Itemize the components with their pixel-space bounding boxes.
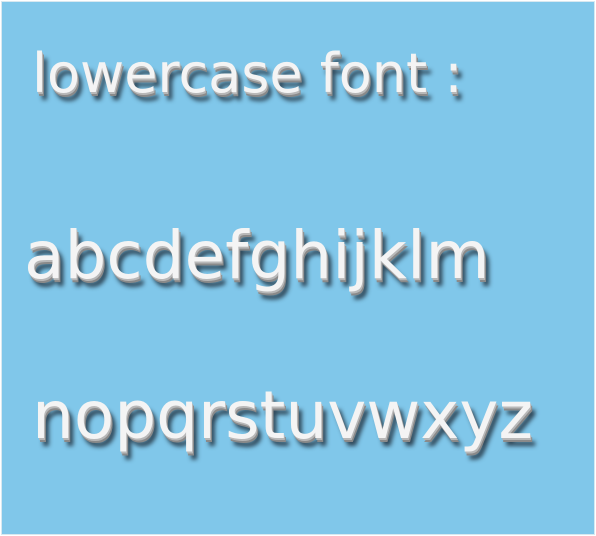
alphabet-row-a-to-m: abcdefghijklm [24,217,490,294]
specimen-canvas: lowercase font : abcdefghijklm nopqrstuv… [1,1,595,535]
specimen-title: lowercase font : [32,42,463,105]
alphabet-row-n-to-z: nopqrstuvwxyz [32,377,534,454]
